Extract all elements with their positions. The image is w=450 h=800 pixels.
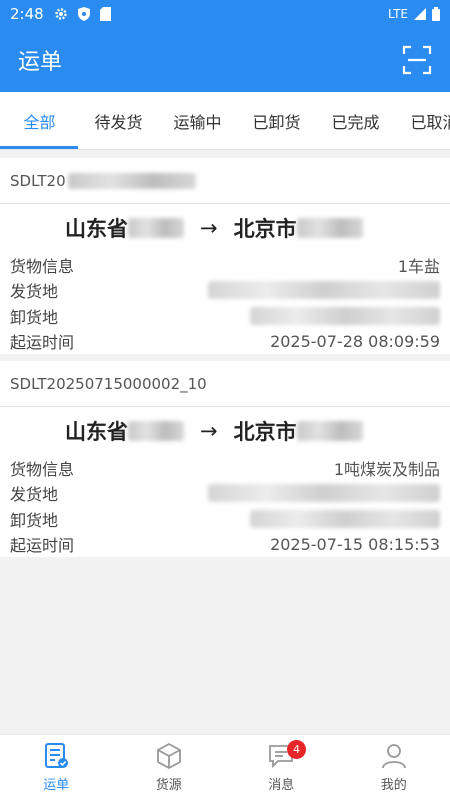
destination-city: 北京市 xyxy=(233,420,297,444)
sd-card-icon xyxy=(99,7,111,21)
departure-time-value: 2025-07-28 08:09:59 xyxy=(270,331,440,351)
order-id: SDLT20250715000002_10 xyxy=(0,361,450,407)
route: 山东省 → 北京市 xyxy=(0,407,450,455)
departure-time-label: 起运时间 xyxy=(10,333,75,353)
tab-in-transit[interactable]: 运输中 xyxy=(158,92,237,149)
redacted-shipping-address xyxy=(208,484,440,503)
shipping-place-label: 发货地 xyxy=(10,282,59,302)
nav-cargo-source-label: 货源 xyxy=(155,778,182,793)
redacted-destination-district xyxy=(296,421,363,441)
nav-cargo-source[interactable]: 货源 xyxy=(113,735,226,800)
departure-time-value: 2025-07-15 08:15:53 xyxy=(270,534,440,554)
cargo-info-value: 1吨煤炭及制品 xyxy=(333,459,440,479)
status-bar: 2:48 LTE xyxy=(0,0,450,28)
departure-time-row: 起运时间 2025-07-28 08:09:59 xyxy=(0,329,450,355)
tab-completed[interactable]: 已完成 xyxy=(316,92,395,149)
tab-all[interactable]: 全部 xyxy=(0,92,79,149)
scan-icon[interactable] xyxy=(402,45,432,75)
status-time: 2:48 xyxy=(10,5,44,23)
route: 山东省 → 北京市 xyxy=(0,204,450,252)
redacted-id xyxy=(67,172,196,189)
page-title: 运单 xyxy=(18,50,63,75)
cargo-info-label: 货物信息 xyxy=(10,459,75,479)
origin-province: 山东省 xyxy=(65,420,128,444)
shipping-place-label: 发货地 xyxy=(10,485,59,505)
tab-unloaded[interactable]: 已卸货 xyxy=(237,92,316,149)
order-card[interactable]: SDLT20250715000002_10 山东省 → 北京市 货物信息 1吨煤… xyxy=(0,361,450,557)
shield-icon xyxy=(77,7,90,21)
redacted-unloading-address xyxy=(250,306,440,325)
redacted-origin-city xyxy=(128,421,184,441)
redacted-destination-district xyxy=(296,218,363,238)
route-arrow-icon: → xyxy=(200,419,218,443)
nav-waybill[interactable]: 运单 xyxy=(0,735,113,800)
unloading-place-row: 卸货地 xyxy=(0,506,450,532)
app-bar: 运单 xyxy=(0,28,450,92)
network-type: LTE xyxy=(388,7,408,21)
waybill-icon xyxy=(45,743,69,768)
nav-waybill-label: 运单 xyxy=(43,778,70,793)
unread-badge: 4 xyxy=(287,740,306,759)
route-arrow-icon: → xyxy=(200,216,218,240)
nav-messages-label: 消息 xyxy=(268,778,295,793)
bottom-nav: 运单 货源 消息 4 我的 xyxy=(0,734,450,800)
tab-cancelled[interactable]: 已取消 xyxy=(395,92,450,149)
order-id: SDLT20 xyxy=(0,158,450,204)
nav-profile-label: 我的 xyxy=(380,778,407,793)
cargo-info-row: 货物信息 1车盐 xyxy=(0,252,450,278)
unloading-place-label: 卸货地 xyxy=(10,307,59,327)
shipping-place-row: 发货地 xyxy=(0,278,450,304)
shipping-place-row: 发货地 xyxy=(0,481,450,507)
nav-profile[interactable]: 我的 xyxy=(338,735,450,800)
signal-icon xyxy=(414,8,426,20)
unloading-place-label: 卸货地 xyxy=(10,510,59,530)
redacted-unloading-address xyxy=(250,509,440,528)
status-tabs: 全部 待发货 运输中 已卸货 已完成 已取消 xyxy=(0,92,450,150)
redacted-origin-city xyxy=(128,218,184,238)
cargo-box-icon xyxy=(156,742,181,770)
profile-icon xyxy=(381,744,406,769)
order-id-text: SDLT20250715000002_10 xyxy=(10,374,207,393)
departure-time-label: 起运时间 xyxy=(10,536,75,556)
order-id-text: SDLT20 xyxy=(10,171,66,190)
cargo-info-label: 货物信息 xyxy=(10,256,75,276)
origin-province: 山东省 xyxy=(65,217,128,241)
redacted-shipping-address xyxy=(208,281,440,300)
unloading-place-row: 卸货地 xyxy=(0,303,450,329)
nav-messages[interactable]: 消息 4 xyxy=(225,735,338,800)
cargo-info-row: 货物信息 1吨煤炭及制品 xyxy=(0,455,450,481)
settings-gear-icon xyxy=(54,8,67,20)
order-card[interactable]: SDLT20 山东省 → 北京市 货物信息 1车盐 发货地 卸货地 起运时间 2… xyxy=(0,158,450,354)
cargo-info-value: 1车盐 xyxy=(397,256,440,276)
departure-time-row: 起运时间 2025-07-15 08:15:53 xyxy=(0,532,450,558)
tab-pending-shipment[interactable]: 待发货 xyxy=(79,92,158,149)
battery-icon xyxy=(432,7,440,21)
destination-city: 北京市 xyxy=(233,217,297,241)
